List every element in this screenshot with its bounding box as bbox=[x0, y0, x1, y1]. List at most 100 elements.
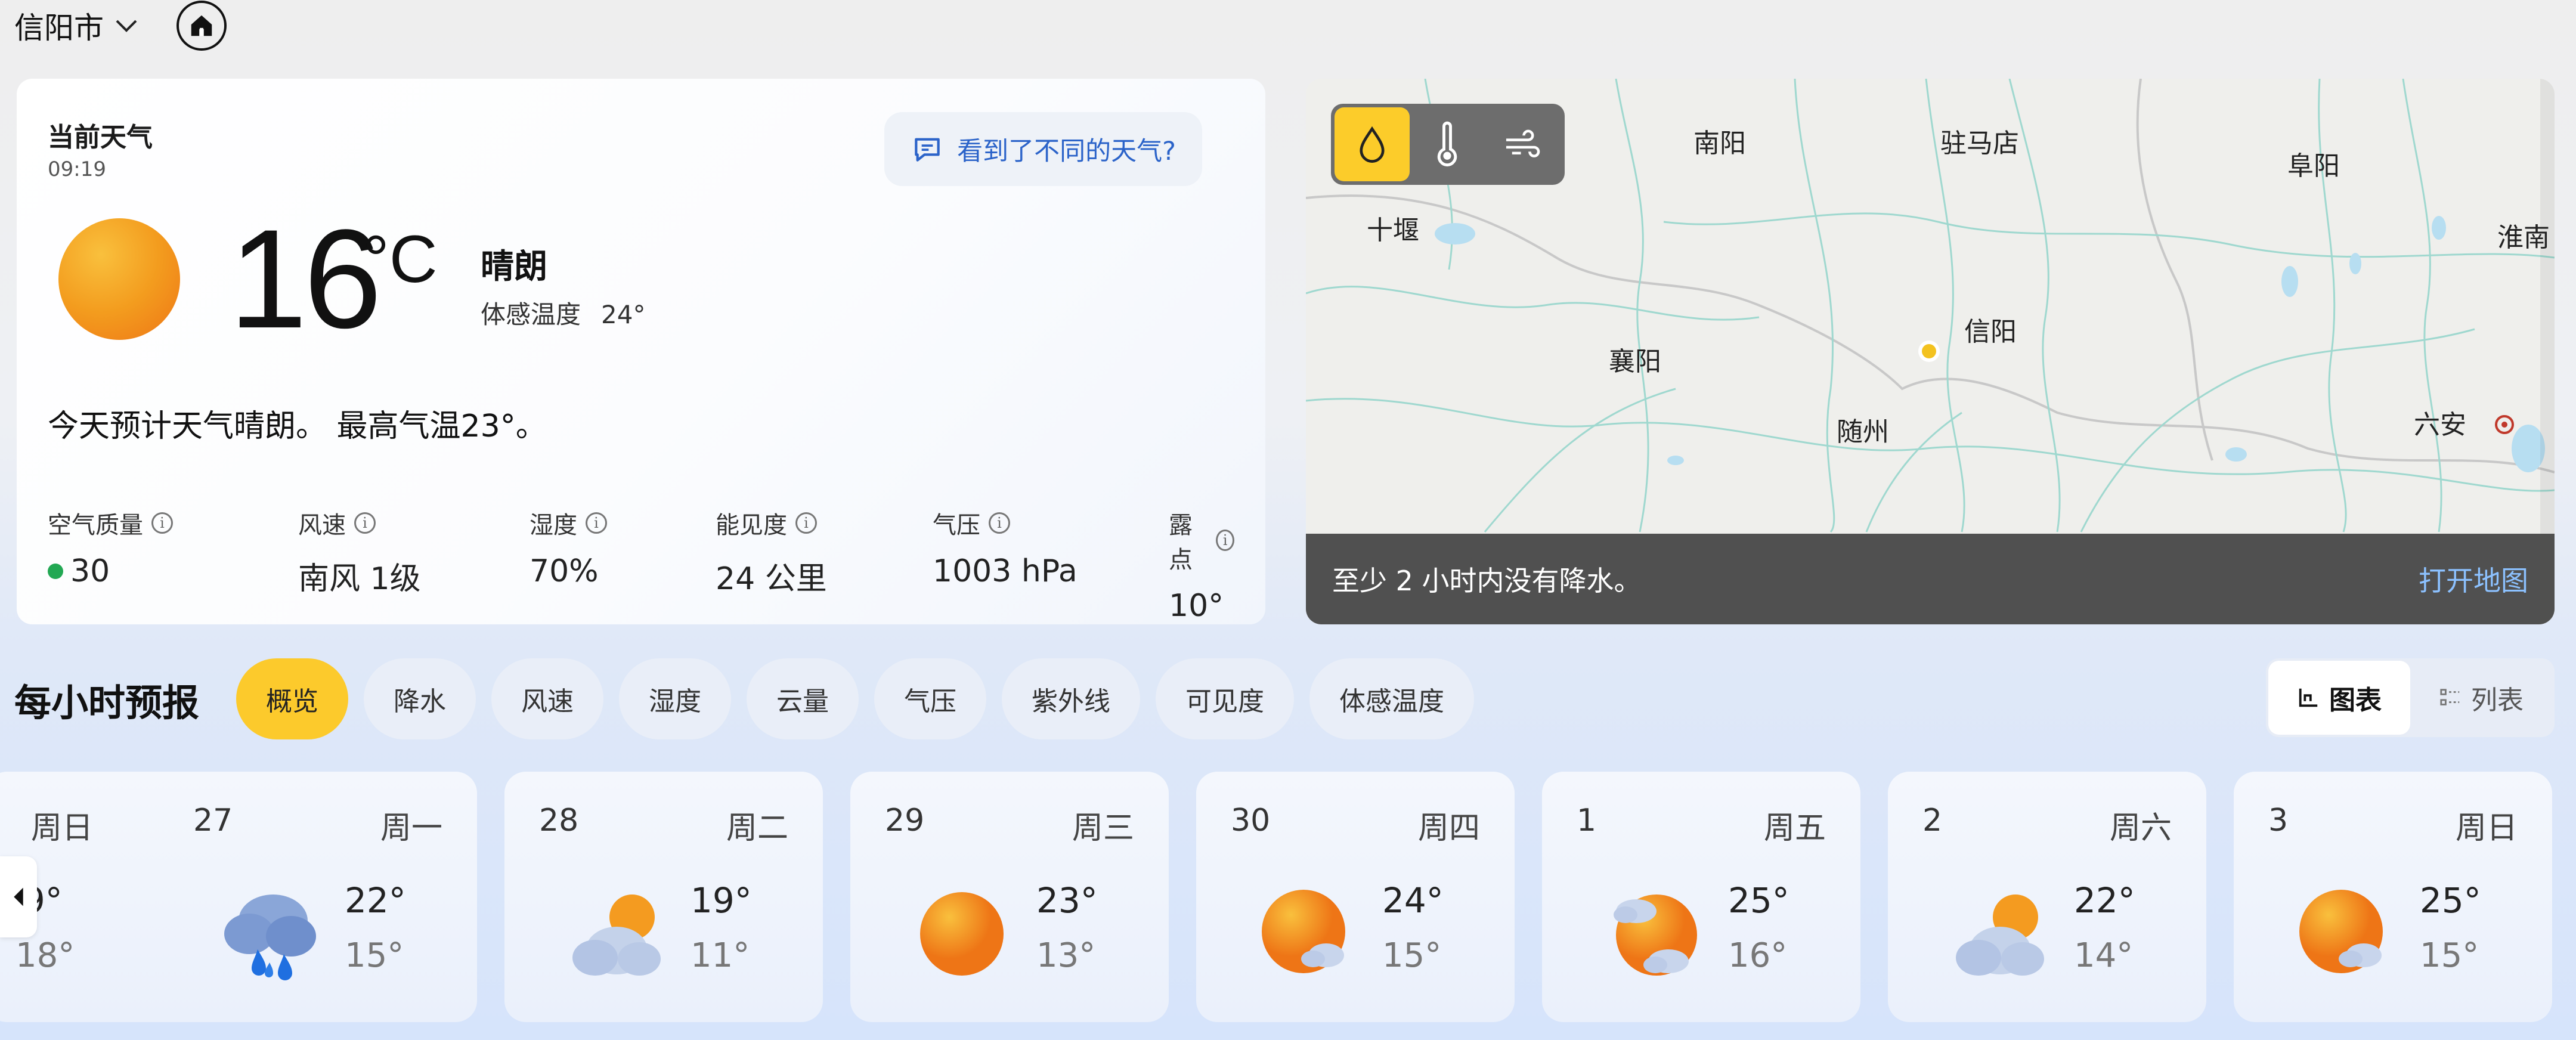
view-toggle: 图表 列表 bbox=[2266, 658, 2555, 737]
home-button[interactable] bbox=[177, 1, 227, 51]
metric-label: 风速 bbox=[298, 512, 346, 539]
info-icon[interactable]: i bbox=[1216, 530, 1234, 551]
chevron-down-icon bbox=[116, 20, 137, 32]
info-icon[interactable]: i bbox=[989, 512, 1010, 534]
weather-metrics: 空气质量 i 30 风速 i 南风 1级 湿度 i 70% 能见度 i 24 公里 气压… bbox=[48, 506, 1234, 624]
day-high: 19° bbox=[691, 880, 752, 921]
metric-value: 南风 1级 bbox=[298, 561, 421, 597]
map-city-label: 阜阳 bbox=[2287, 151, 2340, 181]
map-city-label: 十堰 bbox=[1367, 215, 1419, 246]
day-low: 18° bbox=[16, 936, 75, 975]
chart-icon bbox=[2299, 688, 2318, 707]
metric-value: 10° bbox=[1169, 588, 1224, 624]
weather-map-card[interactable]: 南阳 驻马店 阜阳 十堰 淮南 信阳 襄阳 随州 六安 至少 2 小时内没有降水… bbox=[1306, 79, 2555, 624]
hourly-tabs: 概览 降水 风速 湿度 云量 气压 紫外线 可见度 体感温度 bbox=[236, 658, 1474, 739]
day-date: 27 bbox=[193, 803, 233, 838]
day-high: 22° bbox=[2074, 880, 2135, 921]
list-view-label: 列表 bbox=[2471, 685, 2524, 716]
day-weekday: 周日 bbox=[31, 810, 94, 846]
map-footer: 至少 2 小时内没有降水。 打开地图 bbox=[1306, 534, 2555, 624]
feedback-label: 看到了不同的天气? bbox=[957, 137, 1176, 166]
tab-pressure[interactable]: 气压 bbox=[874, 658, 986, 739]
tab-uv[interactable]: 紫外线 bbox=[1002, 658, 1140, 739]
list-view-button[interactable]: 列表 bbox=[2410, 661, 2552, 735]
day-card[interactable]: 1 周五 25° 16° bbox=[1542, 772, 1860, 1022]
map-city-label: 襄阳 bbox=[1609, 346, 1661, 377]
tab-humidity[interactable]: 湿度 bbox=[619, 658, 731, 739]
precipitation-layer-button[interactable] bbox=[1335, 107, 1410, 181]
day-high: 23° bbox=[1036, 880, 1098, 921]
temperature-layer-button[interactable] bbox=[1410, 107, 1485, 181]
day-date: 2 bbox=[1922, 803, 1943, 838]
metric-air-quality: 空气质量 i 30 bbox=[48, 506, 173, 589]
wind-icon bbox=[1506, 129, 1540, 157]
info-icon[interactable]: i bbox=[795, 512, 817, 534]
city-selector[interactable]: 信阳市 bbox=[14, 4, 141, 47]
day-low: 11° bbox=[691, 936, 750, 975]
tab-precipitation[interactable]: 降水 bbox=[364, 658, 476, 739]
feels-like-label: 体感温度 bbox=[481, 300, 581, 329]
metric-dew-point: 露点 i 10° bbox=[1169, 506, 1234, 624]
day-date: 28 bbox=[539, 803, 579, 838]
day-date: 3 bbox=[2268, 803, 2289, 838]
feels-like-value: 24° bbox=[601, 300, 646, 329]
day-low: 15° bbox=[2420, 936, 2479, 975]
day-card[interactable]: 3 周日 25° 15° bbox=[2234, 772, 2552, 1022]
chat-bubble-icon bbox=[915, 138, 940, 162]
day-date: 1 bbox=[1577, 803, 1597, 838]
list-icon bbox=[2440, 689, 2460, 705]
feels-like: 体感温度 24° bbox=[481, 295, 645, 331]
day-card[interactable]: 28 周二 19° 11° bbox=[504, 772, 823, 1022]
day-weekday: 周三 bbox=[1072, 810, 1134, 846]
chart-view-label: 图表 bbox=[2329, 685, 2382, 716]
tab-overview[interactable]: 概览 bbox=[236, 658, 348, 739]
scroll-left-button[interactable] bbox=[0, 856, 37, 937]
caret-left-icon bbox=[14, 887, 23, 906]
day-low: 13° bbox=[1036, 936, 1096, 975]
tab-visibility[interactable]: 可见度 bbox=[1156, 658, 1294, 739]
chart-view-button[interactable]: 图表 bbox=[2268, 661, 2410, 735]
map-city-label: 信阳 bbox=[1964, 317, 2017, 347]
info-icon[interactable]: i bbox=[354, 512, 376, 534]
weather-condition: 晴朗 bbox=[481, 247, 547, 286]
metric-label: 能见度 bbox=[716, 512, 787, 539]
wind-layer-button[interactable] bbox=[1485, 107, 1560, 181]
sun-icon bbox=[58, 218, 180, 340]
day-low: 16° bbox=[1728, 936, 1788, 975]
current-weather-title: 当前天气 bbox=[48, 122, 153, 153]
home-icon bbox=[191, 15, 212, 36]
day-low: 15° bbox=[1382, 936, 1442, 975]
metric-value: 70% bbox=[530, 553, 599, 589]
aqi-status-dot bbox=[48, 564, 63, 579]
sun-with-clouds-icon bbox=[1614, 894, 1697, 976]
current-weather-card: 当前天气 09:19 看到了不同的天气? 16 °C 晴朗 体感温度 24° 今天… bbox=[17, 79, 1265, 624]
day-weekday: 周二 bbox=[726, 810, 788, 846]
map-city-label: 南阳 bbox=[1693, 128, 1746, 159]
day-weekday: 周五 bbox=[1763, 810, 1826, 846]
metric-label: 气压 bbox=[933, 512, 980, 539]
day-card[interactable]: 2 周六 22° 14° bbox=[1888, 772, 2206, 1022]
metric-value: 1003 hPa bbox=[933, 553, 1078, 589]
day-high: 22° bbox=[345, 880, 406, 921]
info-icon[interactable]: i bbox=[586, 512, 607, 534]
hourly-forecast-title: 每小时预报 bbox=[14, 681, 200, 725]
day-date: 29 bbox=[885, 803, 925, 838]
feedback-button[interactable]: 看到了不同的天气? bbox=[884, 112, 1202, 186]
sun-icon bbox=[920, 892, 1004, 976]
metric-label: 湿度 bbox=[530, 512, 577, 539]
day-weekday: 周四 bbox=[1417, 810, 1480, 846]
open-map-link[interactable]: 打开地图 bbox=[2419, 559, 2528, 599]
day-card[interactable]: 30 周四 24° 15° bbox=[1196, 772, 1515, 1022]
metric-humidity: 湿度 i 70% bbox=[530, 506, 607, 589]
info-icon[interactable]: i bbox=[151, 512, 173, 534]
metric-wind: 风速 i 南风 1级 bbox=[298, 506, 421, 598]
day-card[interactable]: 29 周三 23° 13° bbox=[850, 772, 1169, 1022]
map-city-label: 淮南 bbox=[2497, 222, 2550, 253]
metric-value: 24 公里 bbox=[716, 561, 827, 597]
tab-feels-like[interactable]: 体感温度 bbox=[1309, 658, 1474, 739]
tab-cloud-cover[interactable]: 云量 bbox=[747, 658, 859, 739]
day-card[interactable]: 27 周一 22° 15° bbox=[159, 772, 477, 1022]
metric-pressure: 气压 i 1003 hPa bbox=[933, 506, 1078, 589]
tab-wind-speed[interactable]: 风速 bbox=[491, 658, 603, 739]
mostly-sunny-icon bbox=[2299, 890, 2383, 973]
